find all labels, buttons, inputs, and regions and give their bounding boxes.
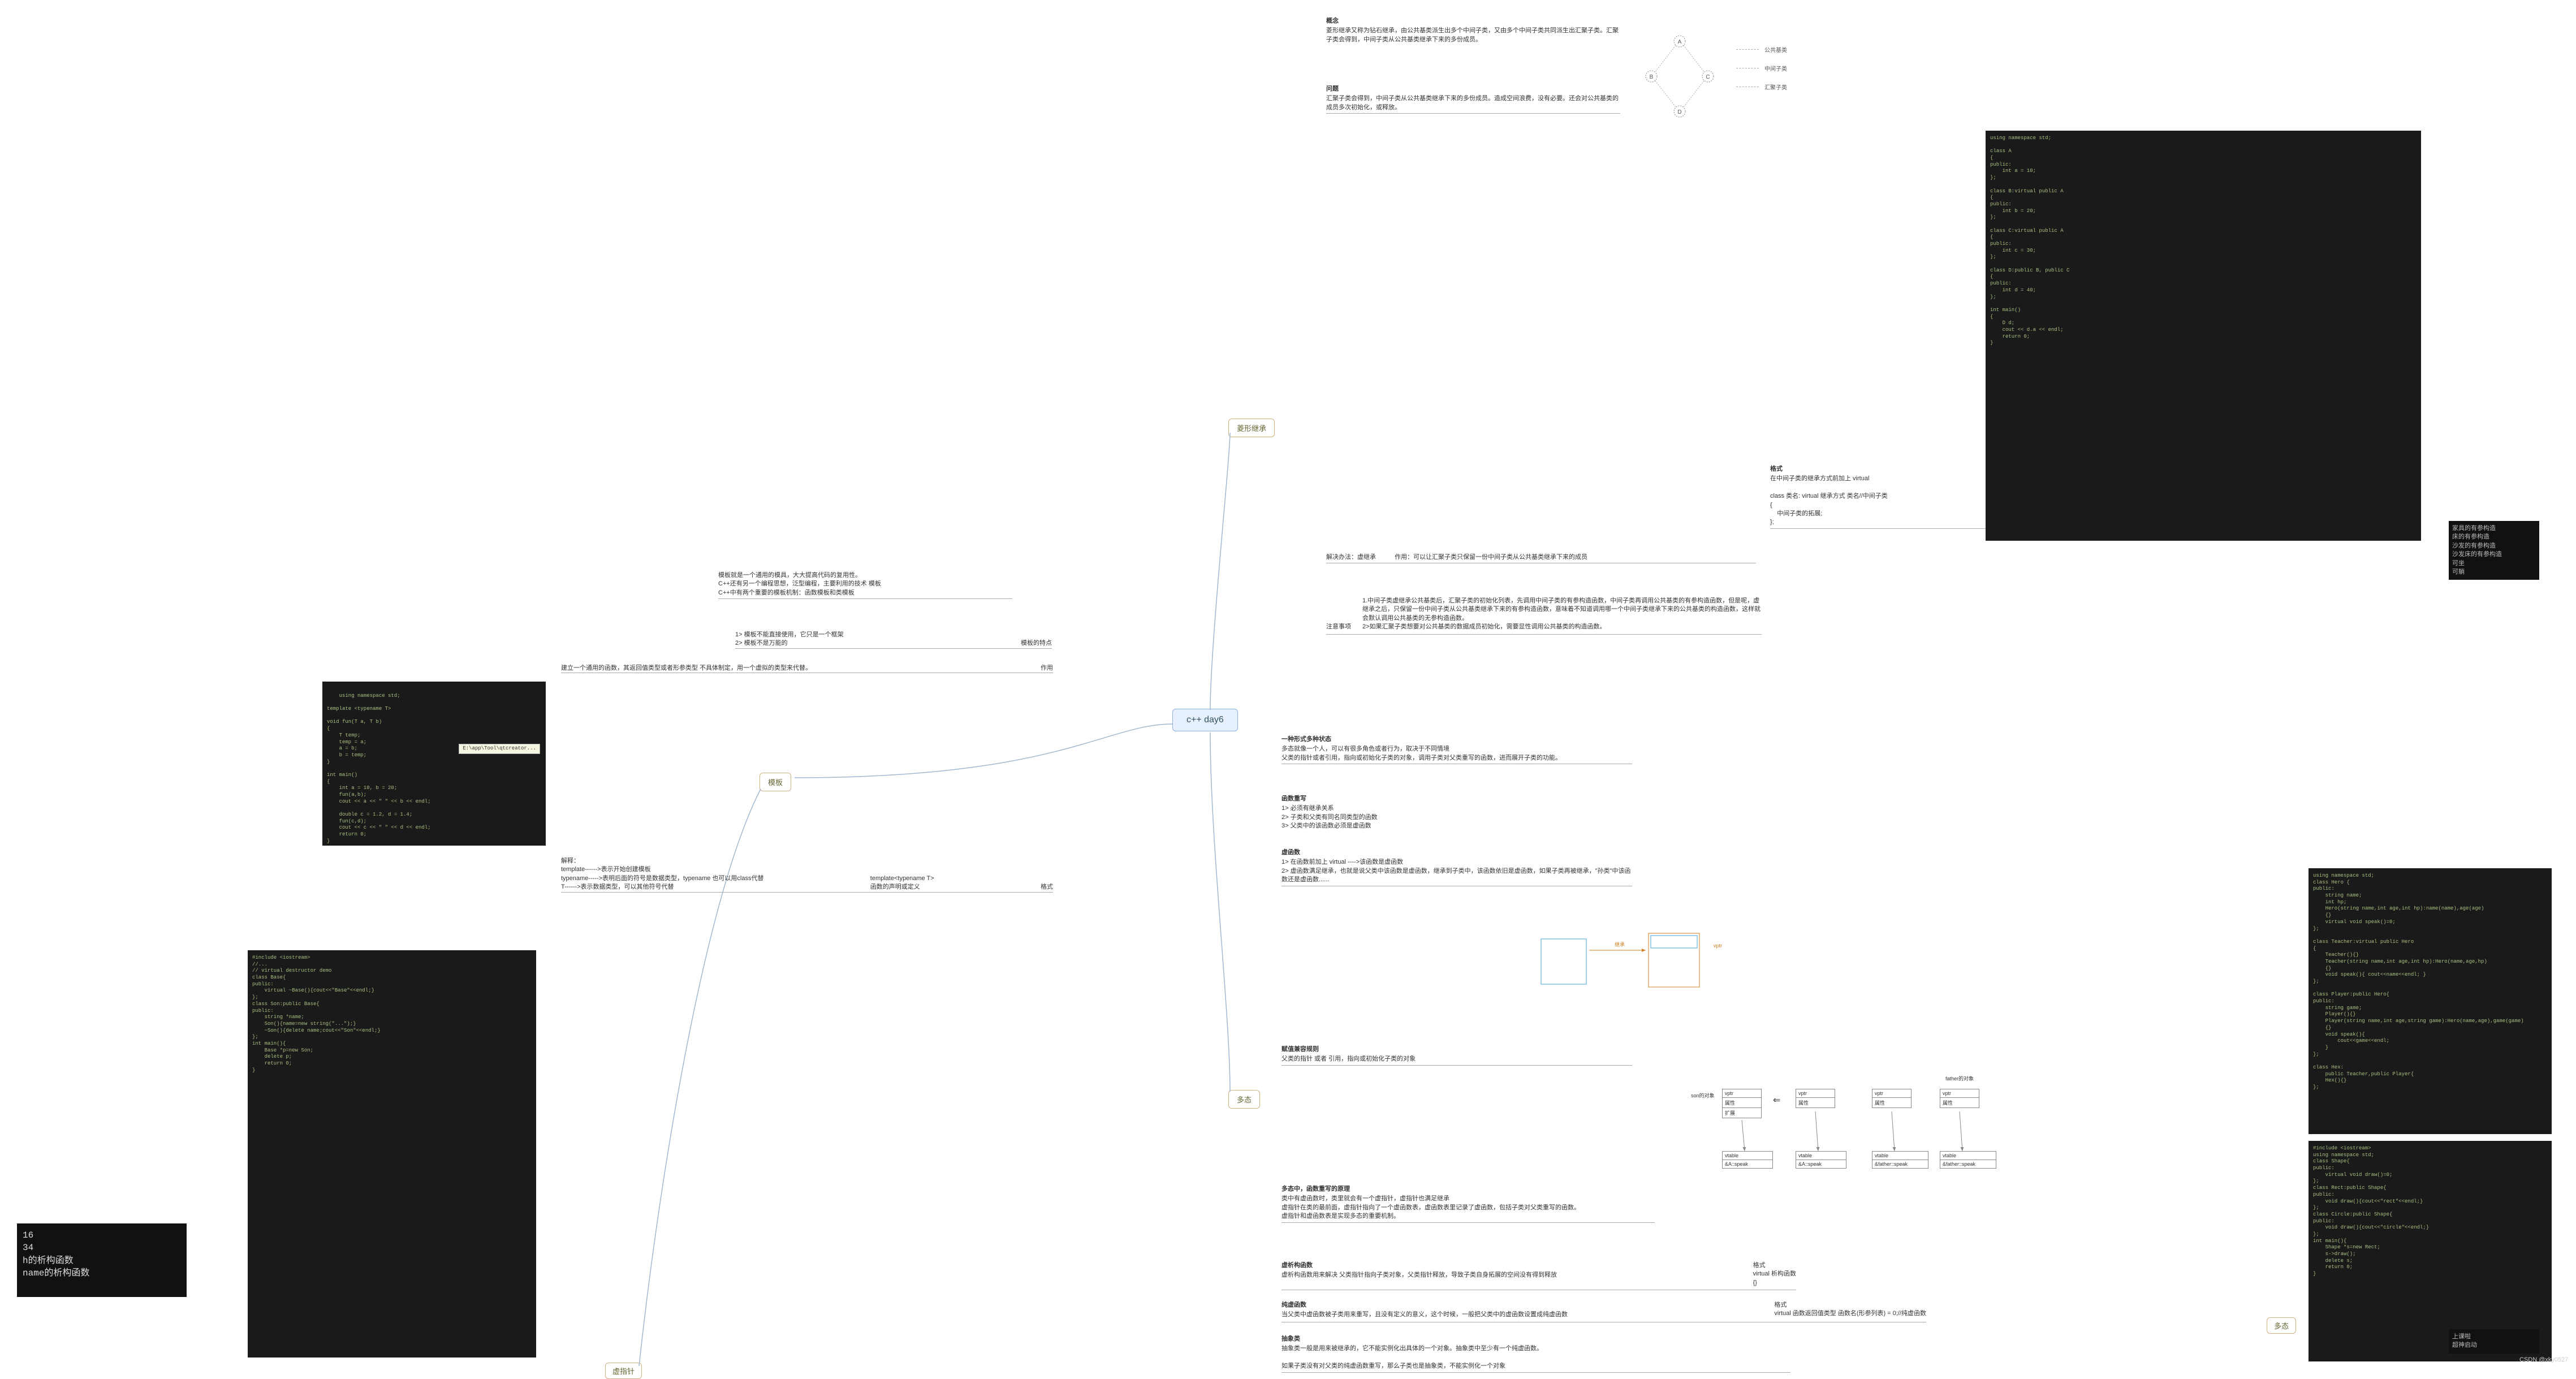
diamond-problem: 问题 汇聚子类会得到，中间子类从公共基类继承下来的多份成员。造成空间浪费，没有必… [1326, 85, 1620, 115]
poly-pure-fmt-h: 格式 [1774, 1301, 1926, 1309]
poly-principle-body: 类中有虚函数时，类里就会有一个虚指针，虚指针也满足继承 虚指针在类的最前面，虚指… [1281, 1195, 1655, 1221]
edge-root-diamond [1207, 430, 1264, 718]
mindmap-canvas: c++ day6 菱形继承 模板 多态 虚指针 概念 菱形继承又称为钻石继承，由… [0, 0, 2576, 1365]
poly-pure-body: 当父类中虚函数被子类用来重写，且没有定义的意义，这个时候，一般把父类中的虚函数设… [1281, 1311, 1757, 1319]
template-intro-body: 模板就是一个通用的模具，大大提高代码的复用性。 C++还有另一个编程思想，泛型编… [718, 571, 1012, 599]
poly-vdtor-fmt-h: 格式 [1753, 1261, 1796, 1270]
svg-text:C: C [1706, 74, 1710, 80]
template-expl1: 解释： [561, 857, 763, 865]
template-feature1: 1> 模板不能直接使用，它只是一个框架 [735, 631, 844, 639]
branch-diamond-label: 菱形继承 [1237, 424, 1266, 433]
poly-vdtor-body: 虚析构函数用来解决 父类指针指向子类对象，父类指针释放，导致子类自身拓展的空间没… [1281, 1271, 1736, 1279]
diamond-concept-h: 概念 [1326, 17, 1620, 25]
poly-intro-body: 多态就像一个人，可以有很多角色或者行为，取决于不同情境 父类的指针或者引用，指向… [1281, 745, 1632, 764]
template-fmt-lbl: 格式 [1041, 883, 1053, 891]
branch-vptr-label: 虚指针 [612, 1367, 635, 1376]
poly-override: 函数重写 1> 必须有继承关系 2> 子类和父类有同名同类型的函数 3> 父类中… [1281, 795, 1632, 831]
poly-vfunc-body: 1> 在函数前加上 virtual ---->该函数是虚函数 2> 虚函数满足继… [1281, 858, 1632, 886]
code-poly: using namespace std; class Hero { public… [2309, 868, 2552, 1134]
poly-principle-h: 多态中，函数重写的原理 [1281, 1185, 1655, 1193]
poly-pure-fmt: virtual 函数返回值类型 函数名(形参列表) = 0;//纯虚函数 [1774, 1309, 1926, 1318]
poly-pure-h: 纯虚函数 [1281, 1301, 1757, 1309]
code-vdtor: #include <iostream> //... // virtual des… [248, 950, 536, 1358]
poly-pure: 纯虚函数 当父类中虚函数被子类用来重写，且没有定义的意义，这个时候，一般把父类中… [1281, 1301, 1926, 1322]
legend-b: 中间子类 [1764, 64, 1787, 72]
poly-compat: 赋值兼容规则 父类的指针 或者 引用，指向或初始化子类的对象 [1281, 1045, 1632, 1066]
svg-text:B: B [1650, 74, 1654, 80]
poly-override-body: 1> 必须有继承关系 2> 子类和父类有同名同类型的函数 3> 父类中的该函数必… [1281, 804, 1632, 830]
template-format: 解释： template------>表示开始创建模板 typename----… [561, 857, 1053, 893]
tag-diamond-output: 家具的有参构造 床的有参构造 沙发的有参构造 沙发床的有参构造 可坐 可躺 [2449, 521, 2539, 580]
code-tooltip: E:\app\Tool\qtcreator... [459, 744, 540, 754]
poly-principle: 多态中，函数重写的原理 类中有虚函数时，类里就会有一个虚指针，虚指针也满足继承 … [1281, 1185, 1655, 1223]
poly-vfunc-h: 虚函数 [1281, 848, 1632, 857]
template-expl3: typename----->表明后面的符号是数据类型，typename 也可以用… [561, 874, 763, 883]
diamond-solve-use: 作用：可以让汇聚子类只保留一份中间子类从公共基类继承下来的成员 [1395, 554, 1587, 561]
poly-vdtor: 虚析构函数 虚析构函数用来解决 父类指针指向子类对象，父类指针释放，导致子类自身… [1281, 1261, 1796, 1290]
branch-vptr: 虚指针 [605, 1363, 642, 1379]
diamond-notes: 注意事项 1.中间子类虚继承公共基类后，汇聚子类的初始化列表，先调用中间子类的有… [1326, 597, 1762, 635]
svg-text:A: A [1678, 39, 1682, 45]
template-features: 1> 模板不能直接使用，它只是一个框架 2> 模板不是万能的 模板的特点 [735, 631, 1052, 649]
sub-poly-label: 多态 [2274, 1322, 2289, 1330]
code-template-body: using namespace std; template <typename … [327, 693, 431, 844]
template-use: 建立一个通用的函数，其返回值类型或者形参类型 不具体制定，用一个虚拟的类型来代替… [561, 664, 1053, 673]
poly-abstract: 抽象类 抽象类一般是用来被继承的，它不能实例化出具体的一个对象。抽象类中至少有一… [1281, 1335, 1790, 1373]
template-expl4: T------>表示数据类型，可以其他符号代替 [561, 883, 763, 891]
root-label: c++ day6 [1186, 715, 1224, 725]
branch-template: 模板 [760, 773, 791, 791]
poly-override-h: 函数重写 [1281, 795, 1632, 803]
diamond-note-h: 注意事项 [1326, 623, 1351, 631]
template-use-body: 建立一个通用的函数，其返回值类型或者形参类型 不具体制定，用一个虚拟的类型来代替… [561, 664, 812, 673]
svg-text:继承: 继承 [1615, 941, 1625, 947]
svg-text:D: D [1677, 109, 1681, 115]
template-use-lbl: 作用 [1041, 664, 1053, 673]
branch-poly-label: 多态 [1237, 1096, 1252, 1104]
poly-abstract-h: 抽象类 [1281, 1335, 1790, 1343]
vptr-mini: vptr 继承 [1490, 928, 1745, 1042]
template-fmt-code: template<typename T> 函数的声明或定义 [870, 874, 934, 892]
poly-compat-body: 父类的指针 或者 引用，指向或初始化子类的对象 [1281, 1055, 1632, 1063]
svg-text:vptr: vptr [1714, 943, 1722, 949]
edge-root-template [789, 716, 1173, 783]
diamond-legend: 公共基类 中间子类 汇聚子类 [1736, 45, 1787, 91]
poly-compat-h: 赋值兼容规则 [1281, 1045, 1632, 1054]
diamond-graph: A B C D [1634, 31, 1725, 122]
poly-abstract-body: 抽象类一般是用来被继承的，它不能实例化出具体的一个对象。抽象类中至少有一个纯虚函… [1281, 1344, 1790, 1371]
diamond-problem-body: 汇聚子类会得到，中间子类从公共基类继承下来的多份成员。造成空间浪费，没有必要。还… [1326, 94, 1620, 114]
diamond-solve: 解决办法：虚继承 作用：可以让汇聚子类只保留一份中间子类从公共基类继承下来的成员 [1326, 553, 1756, 563]
poly-vfunc: 虚函数 1> 在函数前加上 virtual ---->该函数是虚函数 2> 虚函… [1281, 848, 1632, 887]
root-node: c++ day6 [1172, 709, 1238, 731]
branch-poly: 多态 [1228, 1090, 1260, 1109]
tag-poly-output: 上课啦 超神启动 [2449, 1329, 2539, 1354]
diamond-solve-h: 解决办法：虚继承 [1326, 554, 1376, 561]
template-feature2: 2> 模板不是万能的 [735, 639, 844, 648]
poly-vdtor-fmt: virtual 析构函数 {} [1753, 1270, 1796, 1287]
legend-a: 公共基类 [1764, 45, 1787, 54]
code-diamond: using namespace std; class A { public: i… [1986, 131, 2421, 541]
poly-intro-h: 一种形式多种状态 [1281, 735, 1632, 744]
legend-c: 汇聚子类 [1764, 83, 1787, 91]
diamond-note-body: 1.中间子类虚继承公共基类后，汇聚子类的初始化列表，先调用中间子类的有参构造函数… [1362, 597, 1762, 632]
poly-vdtor-h: 虚析构函数 [1281, 1261, 1736, 1270]
code-abstract: #include <iostream> using namespace std;… [2309, 1141, 2552, 1361]
vptr-diagram: son的对象 vptr 属性 扩展 ⇐ vptr 属性 vptr 属性 vptr… [1691, 1072, 2030, 1208]
branch-diamond: 菱形继承 [1228, 419, 1275, 437]
sub-poly: 多态 [2267, 1317, 2296, 1334]
diamond-problem-h: 问题 [1326, 85, 1620, 93]
branch-template-label: 模板 [768, 778, 783, 787]
template-expl2: template------>表示开始创建模板 [561, 865, 763, 874]
template-feature-lbl: 模板的特点 [1021, 639, 1052, 648]
code-template: using namespace std; template <typename … [322, 682, 546, 846]
diamond-concept: 概念 菱形继承又称为钻石继承，由公共基类派生出多个中间子类，又由多个中间子类共同… [1326, 17, 1620, 44]
watermark: CSDN @xky0527 [2519, 1356, 2568, 1363]
diamond-concept-body: 菱形继承又称为钻石继承，由公共基类派生出多个中间子类，又由多个中间子类共同派生出… [1326, 27, 1620, 44]
edge-root-poly [1207, 730, 1264, 1097]
template-intro: 模板就是一个通用的模具，大大提高代码的复用性。 C++还有另一个编程思想，泛型编… [718, 571, 1012, 600]
output-vdtor: 16 34 h的析构函数 name的析构函数 [17, 1223, 187, 1297]
poly-intro: 一种形式多种状态 多态就像一个人，可以有很多角色或者行为，取决于不同情境 父类的… [1281, 735, 1632, 765]
